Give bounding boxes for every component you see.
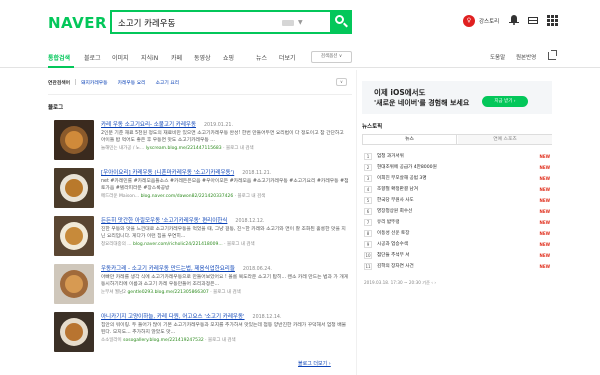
tab-all[interactable]: 통합검색: [48, 53, 70, 62]
avatar[interactable]: ♀: [463, 15, 475, 27]
blog-thumbnail[interactable]: [54, 216, 94, 256]
news-rank-item[interactable]: 1 엄청 과거서위 NEW: [364, 151, 550, 161]
news-topic-timestamp: 2019.03.18. 17:30 ~ 20:30 기준 ‹ ›: [364, 280, 436, 285]
tab-news-topic[interactable]: 뉴스: [363, 135, 457, 144]
news-topic-tabs: 뉴스 연예 스포츠: [362, 134, 552, 145]
related-expand-button[interactable]: ∨: [336, 78, 347, 86]
blogger-name[interactable]: 늘해민는 내가공 / 노...: [101, 146, 144, 151]
keyboard-icon[interactable]: [282, 20, 294, 26]
blog-date: 2018.12.14.: [252, 315, 282, 320]
blog-date: 2019.01.21.: [204, 123, 233, 128]
blog-title-link[interactable]: 카레 우동 소고기요리- 소불고기 카레우동: [101, 120, 196, 128]
blogger-name[interactable]: 소소일라이: [101, 338, 122, 343]
related-label: 연관검색어: [48, 80, 71, 86]
user-name[interactable]: 강스토리: [479, 17, 499, 25]
tab-news[interactable]: 뉴스: [256, 53, 267, 62]
blog-title-link[interactable]: 아니카기지 고양이하늘, 카레 다원, 어고요스 '소고기 카레우동': [101, 312, 245, 320]
naver-logo[interactable]: NAVER: [48, 14, 107, 32]
help-link[interactable]: 도움말: [490, 53, 505, 61]
blog-inner-search[interactable]: 블로그 내 검색: [226, 146, 254, 151]
search-button[interactable]: [330, 10, 352, 34]
blog-result: 아니카기지 고양이하늘, 카레 다원, 어고요스 '소고기 카레우동' 2018…: [48, 312, 348, 362]
blog-inner-search[interactable]: 블로그 내 검색: [213, 290, 241, 295]
blog-inner-search[interactable]: 블로그 내 검색: [238, 194, 266, 199]
blog-section-title: 블로그: [48, 105, 64, 111]
bell-icon[interactable]: [509, 15, 519, 25]
chevron-down-icon[interactable]: ▼: [298, 19, 303, 26]
news-rank-item[interactable]: 4 조향철 확정판결 남겨 NEW: [364, 184, 550, 194]
tab-shopping[interactable]: 쇼핑: [223, 53, 234, 62]
blog-thumbnail[interactable]: [54, 312, 94, 352]
blog-date: 2018.11.21.: [242, 171, 272, 176]
blog-url[interactable]: blog.naver.com/richolic24/221418009...: [133, 242, 223, 247]
related-query[interactable]: 카레우동 요리: [118, 79, 146, 86]
user-menu[interactable]: ♀ 강스토리: [463, 14, 499, 28]
news-topic-title: 뉴스토픽: [362, 124, 383, 130]
blog-result: [우아이요리] 카레우동 (니혼마카레우동 '소고기카레우동') 2018.11…: [48, 168, 349, 218]
news-rank-item[interactable]: 8 이동성 선운 토장 NEW: [364, 228, 550, 238]
news-rank-item[interactable]: 6 영장청상원 회수선 NEW: [364, 206, 550, 216]
ios-promo-banner[interactable]: 이제 iOS에서도 '새로운 네이버'를 경험해 보세요 지금 받기 ›: [362, 81, 552, 114]
blog-description: net #카레민률 #카레모음들소스 #카레든은모음 #우아이모든 #카레모음 …: [101, 179, 349, 191]
tab-entertainment-sports[interactable]: 연예 스포츠: [458, 135, 552, 144]
blogger-name[interactable]: 메드라운 Maison...: [101, 194, 139, 199]
tab-video[interactable]: 동영상: [194, 53, 211, 62]
blog-date: 2018.06.24.: [242, 267, 272, 272]
blog-description: 2인분 기준 재료 5천원 정도의 재료비만 있으면 소고기카레우동 완성! 한…: [101, 131, 344, 143]
blog-url[interactable]: lyscream.blog.me/221447115683: [146, 146, 222, 151]
search-options-button[interactable]: 검색옵션 ∨: [311, 51, 352, 63]
news-rank-item[interactable]: 5 한국당 부원사 사도 NEW: [364, 195, 550, 205]
blog-date: 2018.12.12.: [235, 219, 265, 224]
blog-title-link[interactable]: [우아이요리] 카레우동 (니혼마카레우동 '소고기카레우동'): [101, 168, 234, 176]
news-rank-item[interactable]: 2 현대조위에 공급가 4만8000원 NEW: [364, 162, 550, 172]
tab-kin[interactable]: 지식iN: [141, 53, 158, 62]
blog-url[interactable]: blog.naver.com/dawon82/221420337426: [141, 194, 234, 199]
blog-description: 아빠만 카레를 생각 식에 소고기카레우동으로 만들어보았어요 ! 볼륨 복도라…: [101, 275, 349, 287]
search-input[interactable]: 소고기 카레우동: [118, 17, 175, 29]
blog-inner-search[interactable]: 블로그 내 검색: [227, 242, 255, 247]
promo-download-button[interactable]: 지금 받기 ›: [482, 96, 528, 107]
blog-more-link[interactable]: 블로그 더보기 ›: [298, 360, 331, 367]
blog-url[interactable]: gentle0293.blog.me/221305866307: [127, 290, 208, 295]
related-query[interactable]: 돼지카레우동: [81, 79, 107, 86]
share-icon[interactable]: [548, 50, 557, 60]
blog-result: 카레 우동 소고기요리- 소불고기 카레우동 2019.01.21. 2인분 기…: [48, 120, 348, 170]
mail-icon[interactable]: [528, 15, 538, 25]
blog-thumbnail[interactable]: [54, 264, 94, 304]
blog-result: 든든히 맛간한 아낄모우동 '소고기카레우동' 편리이한식 2018.12.12…: [48, 216, 348, 266]
tab-blog[interactable]: 블로그: [84, 53, 101, 62]
news-rank-item[interactable]: 7 유리 밤뚜렁 NEW: [364, 217, 550, 227]
search-tabs: 통합검색 블로그 이미지 지식iN 카페 동영상 쇼핑 뉴스 더보기 검색옵션 …: [0, 46, 600, 68]
related-query[interactable]: 소고기 요리: [156, 79, 180, 86]
news-rank-item[interactable]: 3 이희진 부모살해 공범 3명 NEW: [364, 173, 550, 183]
tab-more[interactable]: 더보기: [279, 53, 296, 62]
source-reflect-link[interactable]: 원본반영: [516, 53, 536, 61]
blog-inner-search[interactable]: 블로그 내 검색: [208, 338, 236, 343]
search-box[interactable]: 소고기 카레우동 ▼: [110, 10, 332, 34]
blog-thumbnail[interactable]: [54, 120, 94, 160]
blog-description: 집안의 워이링. 두 들어가 많이 기본 소고기카레우동과 모지를 추가하셔 맛…: [101, 323, 347, 335]
blogger-name[interactable]: 청요리대중의 ...: [101, 242, 132, 247]
blog-description: 진한 우동와 맛을 느낀대로 소고기카레우동을 먹었을 때, 그냥 걸동, 진~…: [101, 227, 346, 239]
promo-line1: 이제 iOS에서도: [374, 88, 426, 97]
news-rank-item[interactable]: 10 첨단들 추석부 서 NEW: [364, 250, 550, 260]
blog-title-link[interactable]: 우동카그레 - 소고기 카레우동 만드는법, 제음식업한요리들: [101, 264, 235, 272]
header: NAVER 소고기 카레우동 ▼ ♀ 강스토리: [0, 0, 600, 44]
apps-grid-icon[interactable]: [547, 15, 558, 26]
related-searches: 연관검색어 돼지카레우동 카레우동 요리 소고기 요리: [48, 77, 189, 87]
blogger-name[interactable]: 눈부셔 월남2: [101, 290, 126, 295]
news-rank-item[interactable]: 9 시공과 업승수색 NEW: [364, 239, 550, 249]
promo-line2: '새로운 네이버'를 경험해 보세요: [374, 99, 470, 107]
blog-url[interactable]: sosogallery.blog.me/221419247532: [123, 338, 204, 343]
blog-result: 우동카그레 - 소고기 카레우동 만드는법, 제음식업한요리들 2018.06.…: [48, 264, 348, 314]
tab-cafe[interactable]: 카페: [171, 53, 182, 62]
blog-title-link[interactable]: 든든히 맛간한 아낄모우동 '소고기카레우동' 편리이한식: [101, 216, 227, 224]
active-tab-indicator: [48, 66, 74, 68]
tab-image[interactable]: 이미지: [112, 53, 129, 62]
news-rank-item[interactable]: 11 김학의 장자연 사건 NEW: [364, 261, 550, 271]
blog-thumbnail[interactable]: [54, 168, 94, 208]
